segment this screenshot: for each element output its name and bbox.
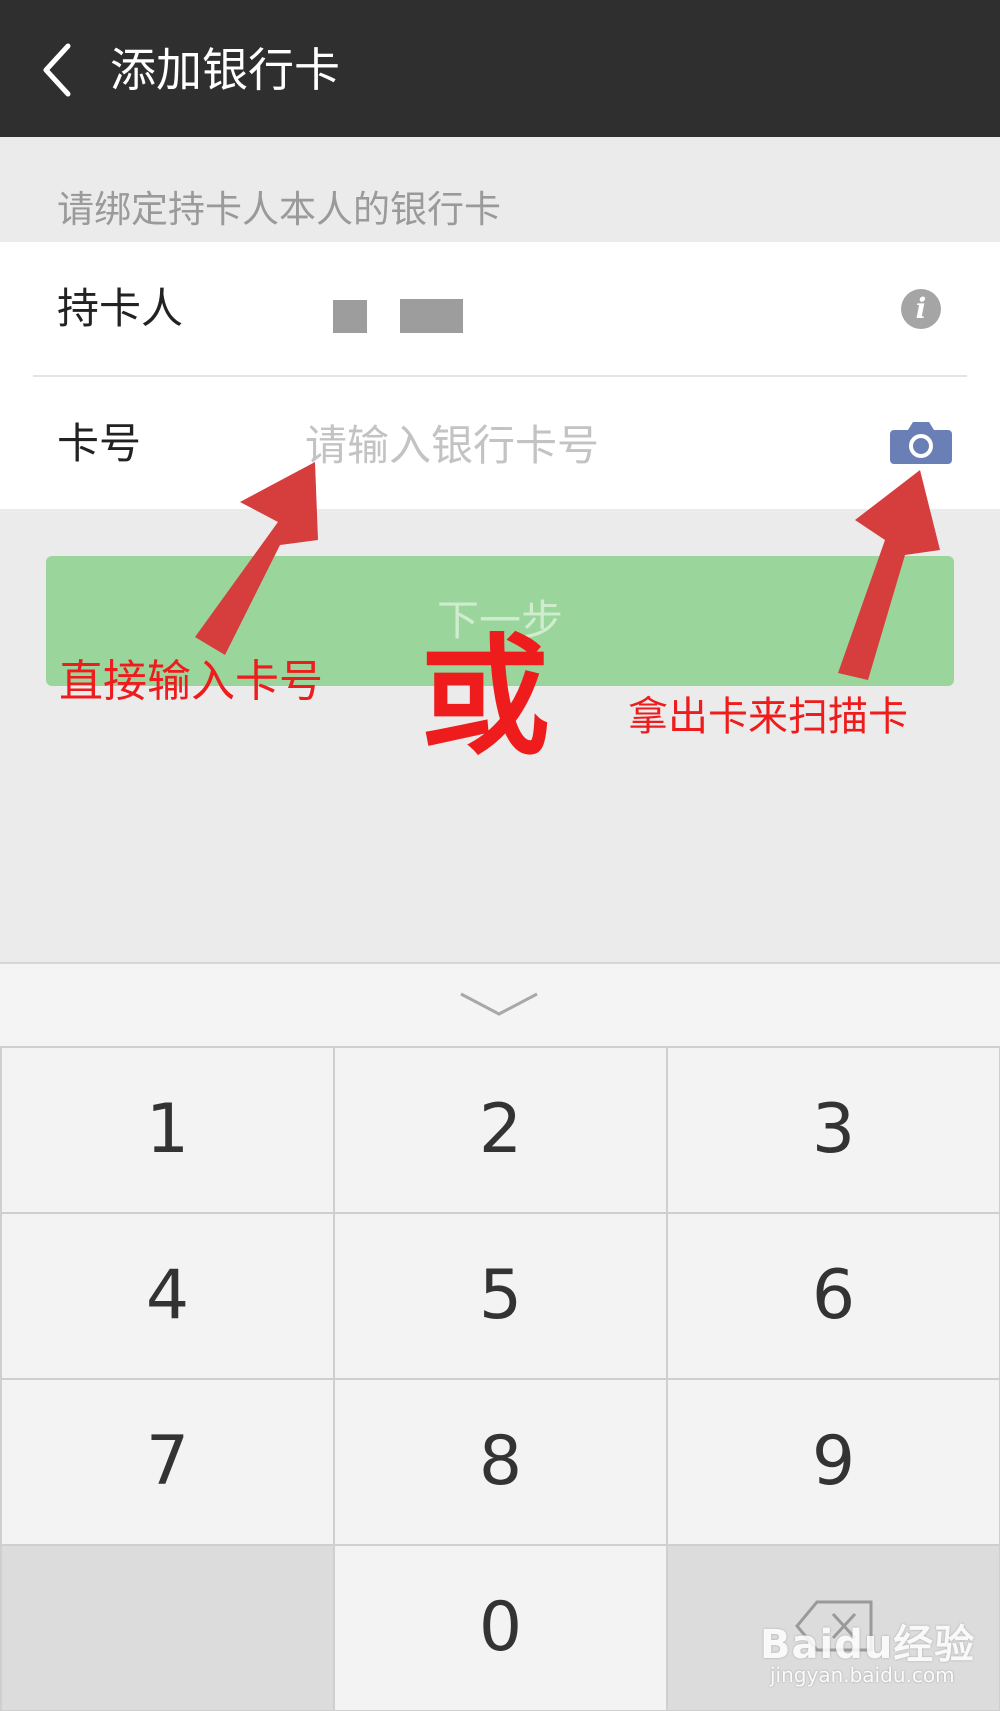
key-3[interactable]: 3 [668,1048,999,1212]
key-2[interactable]: 2 [335,1048,666,1212]
baidu-watermark-url: jingyan.baidu.com [770,1663,955,1687]
key-blank [2,1546,333,1710]
key-6[interactable]: 6 [668,1214,999,1378]
left-arrow [195,462,318,655]
key-0[interactable]: 0 [335,1546,666,1710]
key-4[interactable]: 4 [2,1214,333,1378]
keyboard-collapse-icon[interactable] [457,990,541,1020]
key-7[interactable]: 7 [2,1380,333,1544]
key-9[interactable]: 9 [668,1380,999,1544]
annotation-scan-card: 拿出卡来扫描卡 [628,694,908,740]
baidu-watermark: Baidu经验 [760,1622,976,1668]
annotation-or: 或 [420,621,551,773]
annotation-direct-input: 直接输入卡号 [59,656,323,707]
key-8[interactable]: 8 [335,1380,666,1544]
key-1[interactable]: 1 [2,1048,333,1212]
right-arrow [838,470,940,680]
key-5[interactable]: 5 [335,1214,666,1378]
